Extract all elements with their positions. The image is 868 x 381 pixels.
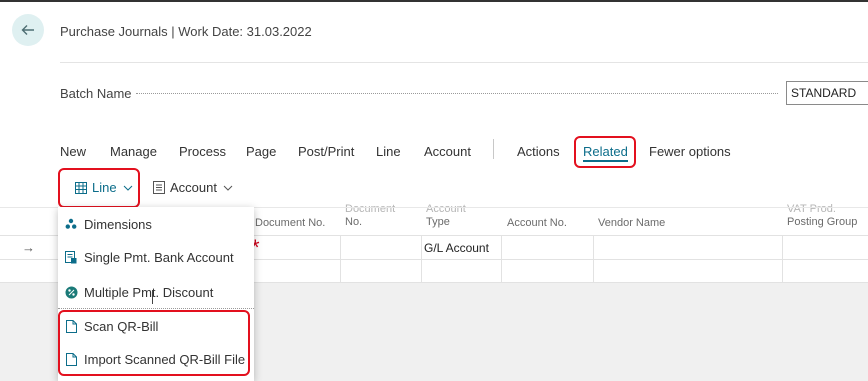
grid-column-border [782, 236, 783, 282]
document-list-icon [152, 181, 166, 195]
current-row-arrow-icon: → [22, 240, 35, 255]
grid-column-border [421, 236, 422, 282]
text-cursor [152, 290, 153, 304]
dimensions-icon [64, 217, 78, 231]
account-menu-label: Account [170, 180, 217, 195]
top-strip [0, 0, 868, 2]
column-header-document-no[interactable]: Document No. [255, 217, 325, 230]
batch-name-label: Batch Name [60, 86, 132, 101]
action-separator [493, 139, 494, 159]
batch-name-field[interactable] [786, 81, 868, 105]
action-line[interactable]: Line [376, 144, 401, 159]
action-account[interactable]: Account [424, 144, 471, 159]
menu-item-single-pmt-bank-account[interactable]: Single Pmt. Bank Account [64, 245, 250, 269]
header-divider [60, 62, 868, 63]
menu-item-label: Dimensions [84, 216, 152, 232]
menu-item-label: Single Pmt. Bank Account [84, 249, 234, 265]
action-process[interactable]: Process [179, 144, 226, 159]
line-highlight [58, 168, 140, 208]
action-manage[interactable]: Manage [110, 144, 157, 159]
chevron-down-icon [221, 181, 235, 195]
bank-account-icon [64, 250, 78, 264]
account-type-cell[interactable]: G/L Account [424, 241, 489, 255]
action-new[interactable]: New [60, 144, 86, 159]
menu-separator [58, 308, 254, 309]
account-menu-button[interactable]: Account [152, 180, 235, 195]
column-header-vendor-name[interactable]: Vendor Name [598, 217, 665, 230]
menu-item-label: Multiple Pmt. Discount [84, 284, 214, 300]
grid-column-border [593, 236, 594, 282]
grid-column-border [340, 236, 341, 282]
action-page[interactable]: Page [246, 144, 276, 159]
discount-icon [64, 285, 78, 299]
related-highlight [574, 136, 636, 168]
qr-bill-highlight [58, 310, 250, 376]
page-title: Purchase Journals | Work Date: 31.03.202… [60, 24, 312, 39]
back-button[interactable] [12, 14, 44, 46]
column-header-account-no[interactable]: Account No. [507, 217, 567, 230]
menu-item-dimensions[interactable]: Dimensions [64, 212, 250, 236]
action-actions[interactable]: Actions [517, 144, 560, 159]
grid-column-border [501, 236, 502, 282]
menu-item-multiple-pmt-discount[interactable]: Multiple Pmt. Discount [64, 280, 250, 304]
action-post-print[interactable]: Post/Print [298, 144, 354, 159]
batch-name-leader [136, 93, 778, 94]
arrow-left-icon [20, 22, 36, 38]
action-fewer-options[interactable]: Fewer options [649, 144, 731, 159]
